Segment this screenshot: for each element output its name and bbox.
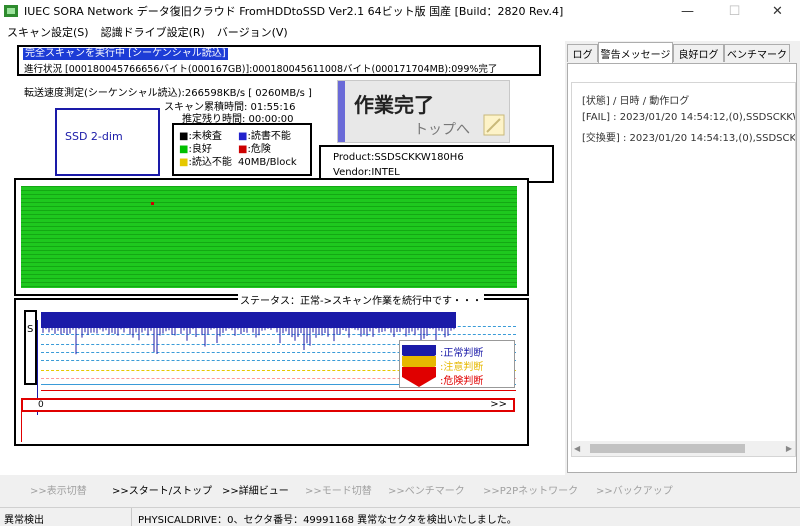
legend-left: ■:未検査 ■:良好 ■:読込不能 [179,130,232,169]
danger-block-marker [151,202,154,205]
judgement-arrows-icon [402,345,436,387]
start-stop-button[interactable]: >>スタート/ストップ [112,482,212,497]
legend-normal: :正常判断 [440,348,484,359]
scale-bar: 0 >> [21,398,515,412]
scan-status-box: 完全スキャンを実行中 [シーケンシャル読込] 進行状況 [00018004576… [17,45,541,76]
scan-graph-box: ステータス：正常->スキャン作業を続行中です・・・ S:正常判断:注意判断 … [14,292,529,446]
log-panel: ログ 警告メッセージ 良好ログ ベンチマーク [状態] / 日時 / 動作ログ … [565,41,800,475]
scale-marker [21,412,22,442]
close-button[interactable]: ✕ [755,0,800,22]
log-header: [状態] / 日時 / 動作ログ [582,96,690,107]
drive-2dim-box: SSD 2-dim [55,108,160,176]
tab-warning-messages[interactable]: 警告メッセージ [598,42,673,63]
mode-switch-button[interactable]: >>モード切替 [305,482,372,497]
block-map [14,178,529,296]
p2p-network-button[interactable]: >>P2Pネットワーク [483,482,578,497]
legend-danger-judge: :危険判断 [440,376,484,387]
graph-legend: :正常判断 :注意判断 :危険判断 [399,340,515,388]
minimize-icon: — [681,3,694,19]
title-bar: IUEC SORA Network データ復旧クラウド FromHDDtoSSD… [0,0,800,22]
work-complete-panel[interactable]: 作業完了 トップへ [337,80,510,143]
maximize-icon: ☐ [728,3,741,19]
status-message: PHYSICALDRIVE：0、セクタ番号：49991168 異常なセクタを検出… [138,515,517,526]
status-anomaly: 異常検出 [4,515,44,526]
status-bar: 異常検出 PHYSICALDRIVE：0、セクタ番号：49991168 異常なセ… [0,507,800,526]
toggle-view-button[interactable]: >>表示切替 [30,482,87,497]
menu-bar: スキャン設定(S) 認識ドライブ設定(R) バージョン(V) [0,22,800,41]
application-window: IUEC SORA Network データ復旧クラウド FromHDDtoSSD… [0,0,800,526]
legend-right: ■:読書不能 ■:危険 40MB/Block [238,130,297,169]
menu-drive-settings[interactable]: 認識ドライブ設定(R) [96,24,210,40]
app-icon [4,5,18,17]
drive-label: SSD 2-dim [65,130,123,143]
close-icon: ✕ [772,3,783,19]
legend-danger: ■:危険 [238,144,271,155]
block-map-grid [21,186,517,288]
scrollbar-thumb[interactable] [590,444,745,453]
legend-good: ■:良好 [179,144,212,155]
legend-block-size: 40MB/Block [238,157,297,168]
warning-log-list[interactable]: [状態] / 日時 / 動作ログ [FAIL] : 2023/01/20 14:… [571,82,796,457]
back-to-top-link[interactable]: トップへ [414,119,470,139]
tab-good-log[interactable]: 良好ログ [673,44,724,62]
status-line: ステータス：正常->スキャン作業を続行中です・・・ [238,292,484,307]
block-legend: ■:未検査 ■:良好 ■:読込不能 ■:読書不能 ■:危険 40MB/Block [172,123,312,176]
legend-unreadable: ■:読込不能 [179,157,232,168]
scale-end[interactable]: >> [490,399,507,410]
backup-button[interactable]: >>バックアップ [596,482,673,497]
bottom-toolbar: >>表示切替 >>スタート/ストップ >>詳細ビュー >>モード切替 >>ベンチ… [0,475,800,507]
menu-version[interactable]: バージョン(V) [212,24,293,40]
maximize-button[interactable]: ☐ [712,0,757,22]
minimize-button[interactable]: — [665,0,710,22]
warning-tab-content: [状態] / 日時 / 動作ログ [FAIL] : 2023/01/20 14:… [567,63,797,473]
window-title: IUEC SORA Network データ復旧クラウド FromHDDtoSSD… [24,5,564,18]
status-divider [131,508,132,526]
detail-view-button[interactable]: >>詳細ビュー [222,482,289,497]
legend-unchecked: ■:未検査 [179,131,222,142]
benchmark-button[interactable]: >>ベンチマーク [388,482,465,497]
scan-running-label: 完全スキャンを実行中 [シーケンシャル読込] [23,48,228,60]
s-label: S [27,324,34,335]
legend-rw-fail: ■:読書不能 [238,131,291,142]
product-name: Product:SSDSCKKW180H6 [333,152,464,163]
horizontal-scrollbar[interactable]: ◀ ▶ [572,441,795,456]
tab-benchmark[interactable]: ベンチマーク [724,44,790,62]
legend-caution: :注意判断 [440,362,484,373]
speed-trace [41,312,456,355]
page-icon [483,114,505,136]
log-line[interactable]: [FAIL] : 2023/01/20 14:54:12,(0),SSDSCKK… [582,112,795,123]
vendor-name: Vendor:INTEL [333,167,400,178]
s-marker-box: S [24,310,37,385]
main-panel: 完全スキャンを実行中 [シーケンシャル読込] 進行状況 [00018004576… [0,41,565,475]
transfer-speed: 転送速度測定(シーケンシャル読込):266598KB/s [ 0260MB/s … [24,88,312,99]
scroll-left-icon[interactable]: ◀ [574,444,580,453]
scroll-right-icon[interactable]: ▶ [786,444,792,453]
work-complete-title: 作業完了 [354,93,434,117]
guide-line [41,390,516,391]
log-line[interactable]: [交換要] : 2023/01/20 14:54:13,(0),SSDSCKKW… [582,129,795,144]
tab-log[interactable]: ログ [567,44,598,62]
progress-text: 進行状況 [000180045766656バイト(000167GB)]:0001… [24,64,498,75]
accent-bar [338,81,345,142]
scale-start: 0 [38,400,44,410]
menu-scan-settings[interactable]: スキャン設定(S) [2,24,94,40]
